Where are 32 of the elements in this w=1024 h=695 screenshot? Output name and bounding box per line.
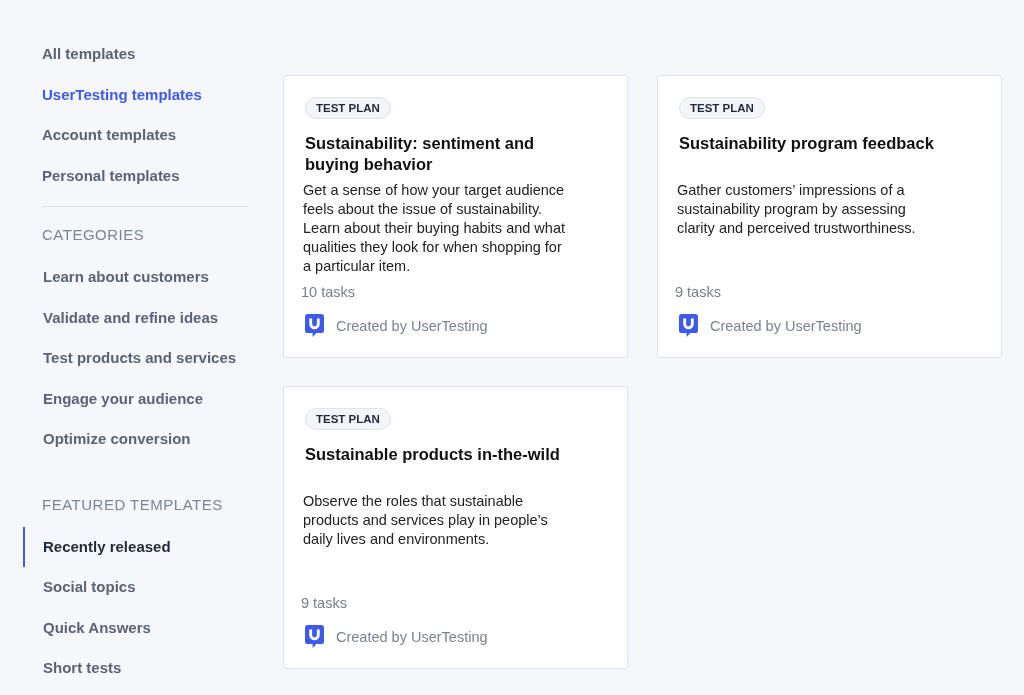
type-badge: TEST PLAN xyxy=(305,408,391,430)
sidebar-link[interactable]: Recently released xyxy=(23,526,171,567)
sidebar-link[interactable]: Personal templates xyxy=(42,155,180,196)
sidebar-link[interactable]: Engage your audience xyxy=(43,378,204,419)
sidebar-link[interactable]: Quick Answers xyxy=(43,607,151,648)
sidebar-link[interactable]: Learn about customers xyxy=(43,257,209,298)
card-title: Sustainable products in-the-wild xyxy=(305,444,561,465)
task-count: 9 tasks xyxy=(675,284,722,300)
sidebar-link[interactable]: Optimize conversion xyxy=(43,419,191,460)
section-heading: CATEGORIES xyxy=(42,225,146,245)
sidebar-link[interactable]: All templates xyxy=(42,34,136,75)
sidebar-link[interactable]: Social topics xyxy=(43,567,136,608)
template-card[interactable]: TEST PLAN Sustainable products in-the-wild Observe the roles that sustainable products and services play in people’s daily lives and environments. 9 tasks Created by UserTesting xyxy=(283,386,628,669)
sidebar-link[interactable]: Test products and services xyxy=(43,338,237,379)
section-heading: FEATURED TEMPLATES xyxy=(42,494,224,515)
task-count: 9 tasks xyxy=(301,595,348,611)
card-description: Gather customers’ impressions of a sustainability program by assessing clarity and perceived trustworthiness. xyxy=(677,181,917,238)
template-card[interactable]: TEST PLAN Sustainability program feedback Gather customers’ impressions of a sustainability program by assessing clarity and perceived trustworthiness. 9 tasks Created by UserTesting xyxy=(657,75,1002,358)
creator-label: Created by UserTesting xyxy=(336,317,488,334)
creator-label: Created by UserTesting xyxy=(710,317,862,334)
card-title: Sustainability: sentiment and buying behavior xyxy=(305,133,536,175)
card-title: Sustainability program feedback xyxy=(679,133,935,154)
card-description: Observe the roles that sustainable products and services play in people’s daily lives and environments. xyxy=(303,492,549,549)
type-badge: TEST PLAN xyxy=(305,97,391,119)
sidebar-link[interactable]: UserTesting templates xyxy=(42,74,202,115)
sidebar-link[interactable]: Account templates xyxy=(42,115,177,156)
task-count: 10 tasks xyxy=(301,284,356,300)
sidebar-link[interactable]: Validate and refine ideas xyxy=(43,297,219,338)
type-badge: TEST PLAN xyxy=(679,97,765,119)
card-description: Get a sense of how your target audience feels about the issue of sustainability. Learn about their buying habits and what qualities they look for when shopping for a particular item. xyxy=(303,181,566,276)
creator-label: Created by UserTesting xyxy=(336,628,488,645)
sidebar-link[interactable]: Short tests xyxy=(43,648,122,689)
